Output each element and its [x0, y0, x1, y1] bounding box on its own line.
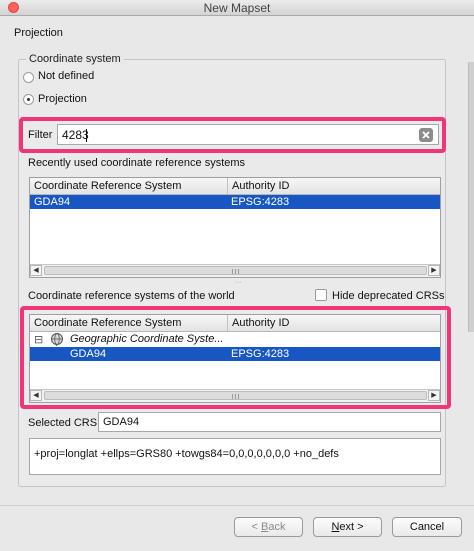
next-button-label: ext >: [339, 521, 364, 533]
projection-label[interactable]: Projection: [38, 93, 87, 105]
cancel-button-label: Cancel: [409, 521, 445, 533]
back-button-label: ack: [268, 521, 286, 533]
cancel-button[interactable]: Cancel: [392, 517, 462, 537]
selected-crs-value: GDA94: [103, 416, 140, 428]
world-crs-title: Coordinate reference systems of the worl…: [28, 290, 235, 302]
splitter-grip-icon[interactable]: ⋯: [232, 280, 244, 286]
window-title-bar: New Mapset: [0, 0, 474, 16]
next-button[interactable]: Next >: [313, 517, 382, 537]
recent-crs-table[interactable]: Coordinate Reference System Authority ID…: [29, 177, 441, 278]
back-button[interactable]: < Back: [234, 517, 303, 537]
column-header-crs[interactable]: Coordinate Reference System: [30, 178, 227, 194]
column-header-authority[interactable]: Authority ID: [227, 178, 442, 194]
page-title: Projection: [14, 27, 63, 39]
scroll-left-icon[interactable]: ◀: [30, 265, 42, 276]
proj-string-box: +proj=longlat +ellps=GRS80 +towgs84=0,0,…: [29, 438, 441, 475]
background-window-edge: [468, 62, 474, 332]
hide-deprecated-label[interactable]: Hide deprecated CRSs: [332, 290, 445, 302]
not-defined-label[interactable]: Not defined: [38, 70, 94, 82]
recent-crs-header: Coordinate Reference System Authority ID: [30, 178, 440, 195]
scroll-thumb[interactable]: [44, 266, 427, 275]
table-row[interactable]: GDA94 EPSG:4283: [30, 195, 440, 209]
horizontal-scrollbar[interactable]: ◀ ▶: [30, 264, 440, 277]
window-title: New Mapset: [203, 1, 271, 15]
back-button-prefix: <: [251, 521, 261, 533]
footer-divider: [0, 505, 474, 506]
projection-radio[interactable]: [23, 94, 34, 105]
authority-cell: EPSG:4283: [231, 196, 290, 208]
world-crs-highlight: [20, 306, 451, 409]
filter-highlight: [19, 117, 446, 153]
crs-cell: GDA94: [34, 196, 71, 208]
proj-string: +proj=longlat +ellps=GRS80 +towgs84=0,0,…: [34, 448, 339, 460]
hide-deprecated-checkbox[interactable]: [315, 289, 327, 301]
close-window-icon[interactable]: [8, 2, 19, 13]
scroll-right-icon[interactable]: ▶: [428, 265, 440, 276]
not-defined-radio[interactable]: [23, 72, 34, 83]
selected-crs-field: GDA94: [98, 412, 441, 432]
selected-crs-label: Selected CRS:: [28, 417, 101, 429]
coordinate-system-group-label: Coordinate system: [26, 53, 124, 65]
recent-crs-title: Recently used coordinate reference syste…: [28, 157, 246, 169]
